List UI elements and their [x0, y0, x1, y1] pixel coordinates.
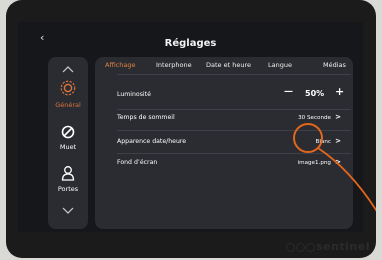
chevron-up-icon[interactable]	[62, 65, 74, 73]
brand-logo: sentinel	[286, 240, 370, 253]
logo-mark-icon	[286, 242, 296, 252]
row-divider	[117, 153, 351, 154]
settings-panel: Affichage Interphone Date et heure Langu…	[95, 57, 353, 229]
chevron-right-icon[interactable]: >	[335, 113, 341, 121]
mute-icon	[61, 125, 75, 139]
wallpaper-label: Fond d’écran	[117, 159, 158, 166]
row-divider	[117, 109, 351, 110]
sidebar-item-label: Général	[55, 101, 81, 109]
tab-intercom[interactable]: Interphone	[156, 61, 192, 69]
gear-icon	[60, 80, 76, 96]
brightness-label: Luminosité	[117, 91, 151, 98]
brightness-value: 50%	[305, 89, 325, 98]
logo-mark-icon	[296, 242, 306, 252]
date-time-appearance-value[interactable]: Blanc	[316, 139, 331, 145]
page-title: Réglages	[164, 38, 217, 49]
header: ‹ Réglages	[18, 22, 363, 54]
brightness-increase-button[interactable]: +	[335, 85, 344, 98]
chevron-down-icon[interactable]	[62, 207, 74, 215]
sidebar-item-label: Muet	[59, 143, 77, 151]
row-divider	[117, 130, 351, 131]
sidebar-item-doors[interactable]: Portes	[48, 165, 88, 193]
tab-media[interactable]: Médias	[323, 61, 346, 69]
tab-divider	[117, 74, 351, 75]
person-icon	[61, 166, 75, 181]
chevron-right-icon[interactable]: >	[335, 158, 341, 166]
sidebar: Général Muet Portes	[48, 57, 88, 229]
sidebar-item-mute[interactable]: Muet	[48, 124, 88, 151]
tab-date-time[interactable]: Date et heure	[206, 61, 251, 69]
brightness-decrease-button[interactable]: —	[284, 87, 293, 97]
sidebar-item-general[interactable]: Général	[48, 79, 88, 109]
sleep-time-value[interactable]: 30 Seconde	[298, 115, 331, 121]
tab-display[interactable]: Affichage	[105, 61, 136, 69]
settings-screen: ‹ Réglages Général Muet Portes Affichage…	[18, 22, 363, 232]
sidebar-item-label: Portes	[57, 185, 79, 193]
date-time-appearance-label: Apparence date/heure	[117, 138, 187, 145]
device-frame: ‹ Réglages Général Muet Portes Affichage…	[6, 0, 376, 258]
logo-mark-icon	[306, 242, 316, 252]
wallpaper-value[interactable]: image1.png	[298, 160, 331, 166]
sleep-time-label: Temps de sommeil	[117, 114, 175, 121]
brand-name: sentinel	[316, 240, 370, 253]
tab-language[interactable]: Langue	[268, 61, 292, 69]
chevron-right-icon[interactable]: >	[335, 137, 341, 145]
